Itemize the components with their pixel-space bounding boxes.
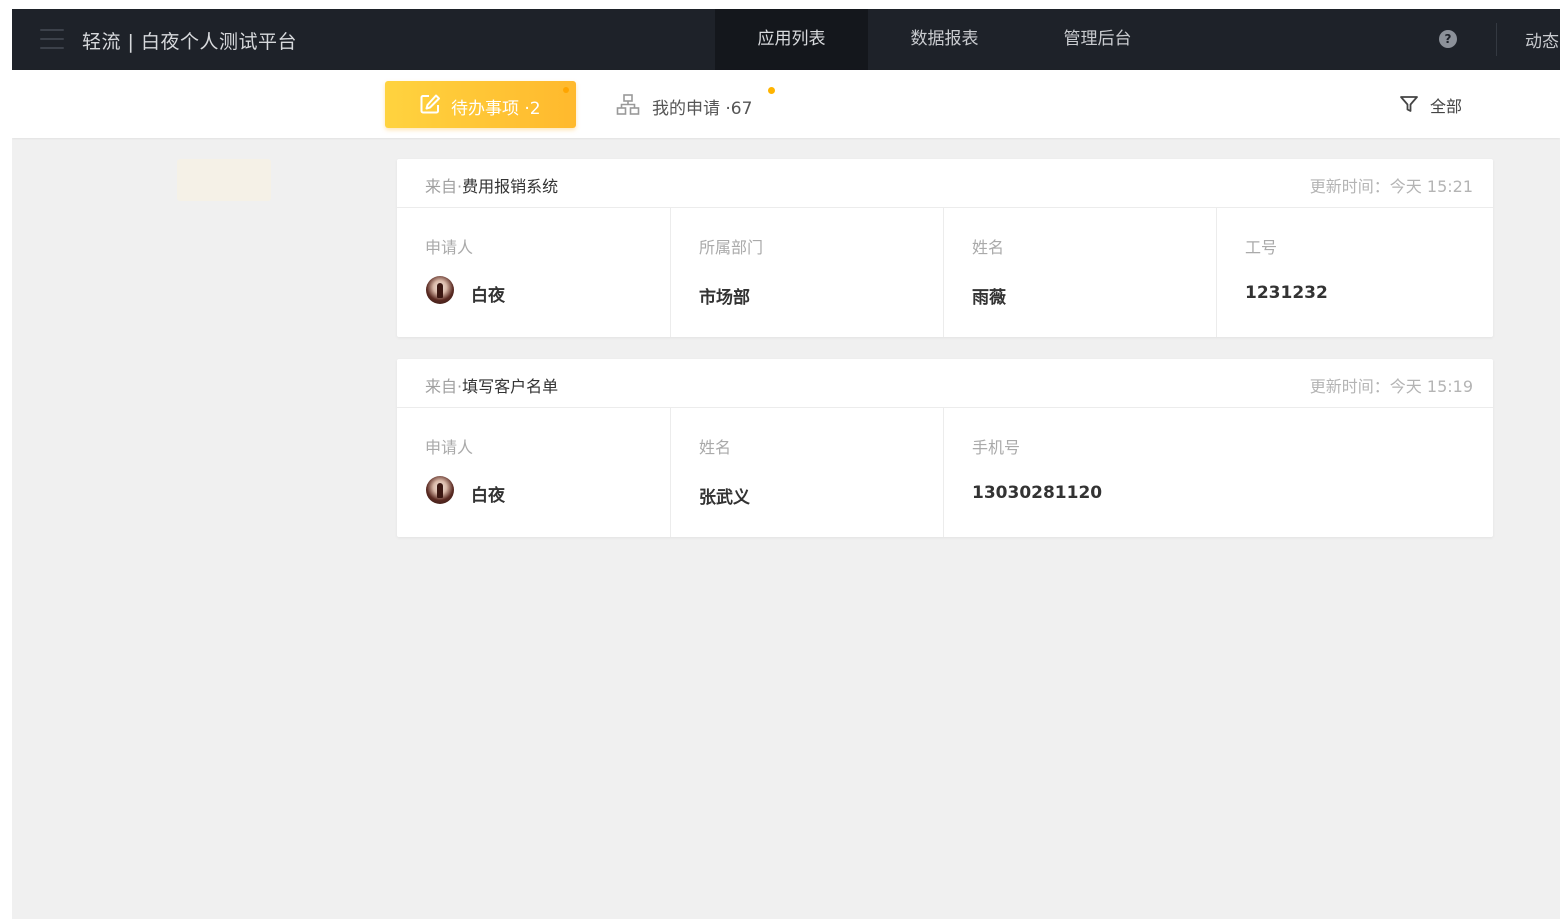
tab-my-applications-label: 我的申请 ·67 — [652, 99, 753, 119]
card-update-time: 更新时间：今天 15:19 — [1309, 377, 1473, 396]
help-icon[interactable]: ? — [1439, 30, 1457, 48]
card-body: 申请人 白夜 所属部门 市场部 姓名 雨薇 工号 1231232 — [397, 208, 1493, 337]
todo-notification-dot — [563, 87, 569, 93]
tab-todo-label: 待办事项 ·2 — [451, 99, 541, 119]
field-label: 申请人 — [425, 438, 474, 457]
card-header: 来自·填写客户名单 更新时间：今天 15:19 — [397, 359, 1493, 408]
field-label: 手机号 — [972, 438, 1021, 457]
task-card-expense[interactable]: 来自·费用报销系统 更新时间：今天 15:21 申请人 白夜 所属部门 市场部 … — [397, 159, 1493, 337]
avatar — [426, 476, 454, 504]
card-source-name: 费用报销系统 — [462, 177, 559, 196]
avatar — [426, 276, 454, 304]
org-chart-icon — [616, 94, 640, 115]
filter-label: 全部 — [1430, 97, 1463, 116]
top-nav-bar: 轻流 | 白夜个人测试平台 应用列表 数据报表 管理后台 ? 动态 — [12, 9, 1560, 70]
applicant-name: 白夜 — [471, 486, 505, 506]
field-value: 雨薇 — [972, 288, 1006, 308]
card-source-name: 填写客户名单 — [462, 377, 559, 396]
edit-icon — [420, 94, 440, 114]
nav-admin[interactable]: 管理后台 — [1021, 9, 1174, 70]
nav-app-list[interactable]: 应用列表 — [715, 9, 868, 70]
nav-divider — [1496, 23, 1497, 56]
field-phone: 手机号 13030281120 — [943, 408, 1494, 537]
field-label: 所属部门 — [699, 238, 764, 257]
field-name: 姓名 雨薇 — [943, 208, 1217, 337]
field-value: 1231232 — [1245, 283, 1328, 303]
card-update-time: 更新时间：今天 15:21 — [1309, 177, 1473, 196]
nav-data-report[interactable]: 数据报表 — [868, 9, 1021, 70]
field-label: 姓名 — [972, 238, 1005, 257]
applicant-name: 白夜 — [471, 286, 505, 306]
tab-todo[interactable]: 待办事项 ·2 — [385, 81, 576, 128]
field-employee-id: 工号 1231232 — [1216, 208, 1494, 337]
card-source: 来自·填写客户名单 — [425, 377, 559, 396]
app-title: 轻流 | 白夜个人测试平台 — [82, 31, 297, 53]
sub-header: 待办事项 ·2 我的申请 ·67 全部 — [12, 70, 1560, 138]
task-card-customer[interactable]: 来自·填写客户名单 更新时间：今天 15:19 申请人 白夜 姓名 张武义 手机… — [397, 359, 1493, 537]
field-value: 张武义 — [699, 488, 750, 508]
mine-notification-dot — [768, 87, 775, 94]
nav-dynamic[interactable]: 动态 — [1525, 27, 1559, 52]
field-label: 姓名 — [699, 438, 732, 457]
field-applicant: 申请人 白夜 — [397, 208, 670, 337]
menu-icon[interactable] — [40, 29, 64, 49]
app-window: 轻流 | 白夜个人测试平台 应用列表 数据报表 管理后台 ? 动态 待办事项 ·… — [12, 9, 1560, 919]
filter-icon — [1400, 96, 1418, 112]
card-header: 来自·费用报销系统 更新时间：今天 15:21 — [397, 159, 1493, 208]
faded-sidebar-button — [177, 159, 271, 201]
field-applicant: 申请人 白夜 — [397, 408, 670, 537]
tab-my-applications[interactable]: 我的申请 ·67 — [616, 81, 806, 128]
card-body: 申请人 白夜 姓名 张武义 手机号 13030281120 — [397, 408, 1493, 537]
field-value: 13030281120 — [972, 483, 1103, 503]
field-department: 所属部门 市场部 — [670, 208, 944, 337]
field-label: 申请人 — [425, 238, 474, 257]
field-name: 姓名 张武义 — [670, 408, 944, 537]
field-value: 市场部 — [699, 288, 750, 308]
field-label: 工号 — [1245, 238, 1278, 257]
card-source: 来自·费用报销系统 — [425, 177, 559, 196]
